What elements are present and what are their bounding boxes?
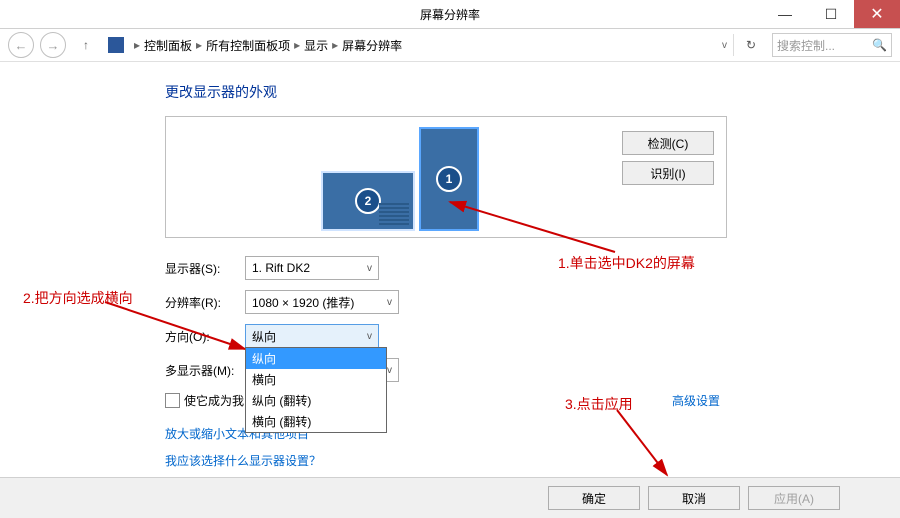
monitor-number: 2 (355, 188, 381, 214)
apply-button[interactable]: 应用(A) (748, 486, 840, 510)
resolution-select[interactable]: 1080 × 1920 (推荐) v (245, 290, 399, 314)
close-button[interactable]: ✕ (854, 0, 900, 28)
display-preview: 2 1 检测(C) 识别(I) (165, 116, 727, 238)
minimize-button[interactable]: — (762, 0, 808, 28)
search-input[interactable]: 搜索控制... 🔍 (772, 33, 892, 57)
chevron-down-icon: v (367, 263, 372, 274)
breadcrumb[interactable]: ▸ 控制面板 ▸ 所有控制面板项 ▸ 显示 ▸ 屏幕分辨率 (134, 37, 716, 54)
orientation-dropdown: 纵向 横向 纵向 (翻转) 横向 (翻转) (245, 347, 387, 433)
monitor-number: 1 (436, 166, 462, 192)
chevron-down-icon: v (367, 331, 372, 342)
which-display-link[interactable]: 我应该选择什么显示器设置？ (165, 452, 900, 469)
up-button[interactable]: ↑ (76, 35, 96, 55)
monitor-1[interactable]: 1 (419, 127, 479, 231)
search-icon: 🔍 (872, 38, 887, 52)
breadcrumb-item[interactable]: 显示 (304, 37, 328, 54)
control-panel-icon (108, 37, 124, 53)
monitor-pattern (379, 203, 409, 225)
maximize-button[interactable]: ☐ (808, 0, 854, 28)
orientation-option[interactable]: 横向 (翻转) (246, 411, 386, 432)
display-select[interactable]: 1. Rift DK2 v (245, 256, 379, 280)
orientation-option[interactable]: 纵向 (246, 348, 386, 369)
page-title: 更改显示器的外观 (165, 82, 900, 102)
forward-button[interactable]: → (40, 32, 66, 58)
breadcrumb-item[interactable]: 屏幕分辨率 (342, 37, 402, 54)
chevron-down-icon: v (387, 297, 392, 308)
monitor-2[interactable]: 2 (321, 171, 415, 231)
refresh-icon[interactable]: ↻ (733, 34, 762, 56)
orientation-option[interactable]: 横向 (246, 369, 386, 390)
advanced-settings-link[interactable]: 高级设置 (672, 392, 720, 409)
breadcrumb-item[interactable]: 控制面板 (144, 37, 192, 54)
window-title: 屏幕分辨率 (420, 6, 480, 23)
identify-button[interactable]: 识别(I) (622, 161, 714, 185)
cancel-button[interactable]: 取消 (648, 486, 740, 510)
resolution-label: 分辨率(R): (165, 294, 245, 311)
chevron-down-icon[interactable]: v (722, 40, 727, 51)
search-placeholder: 搜索控制... (777, 37, 835, 54)
ok-button[interactable]: 确定 (548, 486, 640, 510)
orientation-label: 方向(O): (165, 328, 245, 345)
display-label: 显示器(S): (165, 260, 245, 277)
breadcrumb-item[interactable]: 所有控制面板项 (206, 37, 290, 54)
chevron-down-icon: v (387, 365, 392, 376)
orientation-option[interactable]: 纵向 (翻转) (246, 390, 386, 411)
make-primary-checkbox[interactable] (165, 393, 180, 408)
back-button[interactable]: ← (8, 32, 34, 58)
orientation-select[interactable]: 纵向 v 纵向 横向 纵向 (翻转) 横向 (翻转) (245, 324, 379, 348)
multimonitor-label: 多显示器(M): (165, 362, 245, 379)
detect-button[interactable]: 检测(C) (622, 131, 714, 155)
